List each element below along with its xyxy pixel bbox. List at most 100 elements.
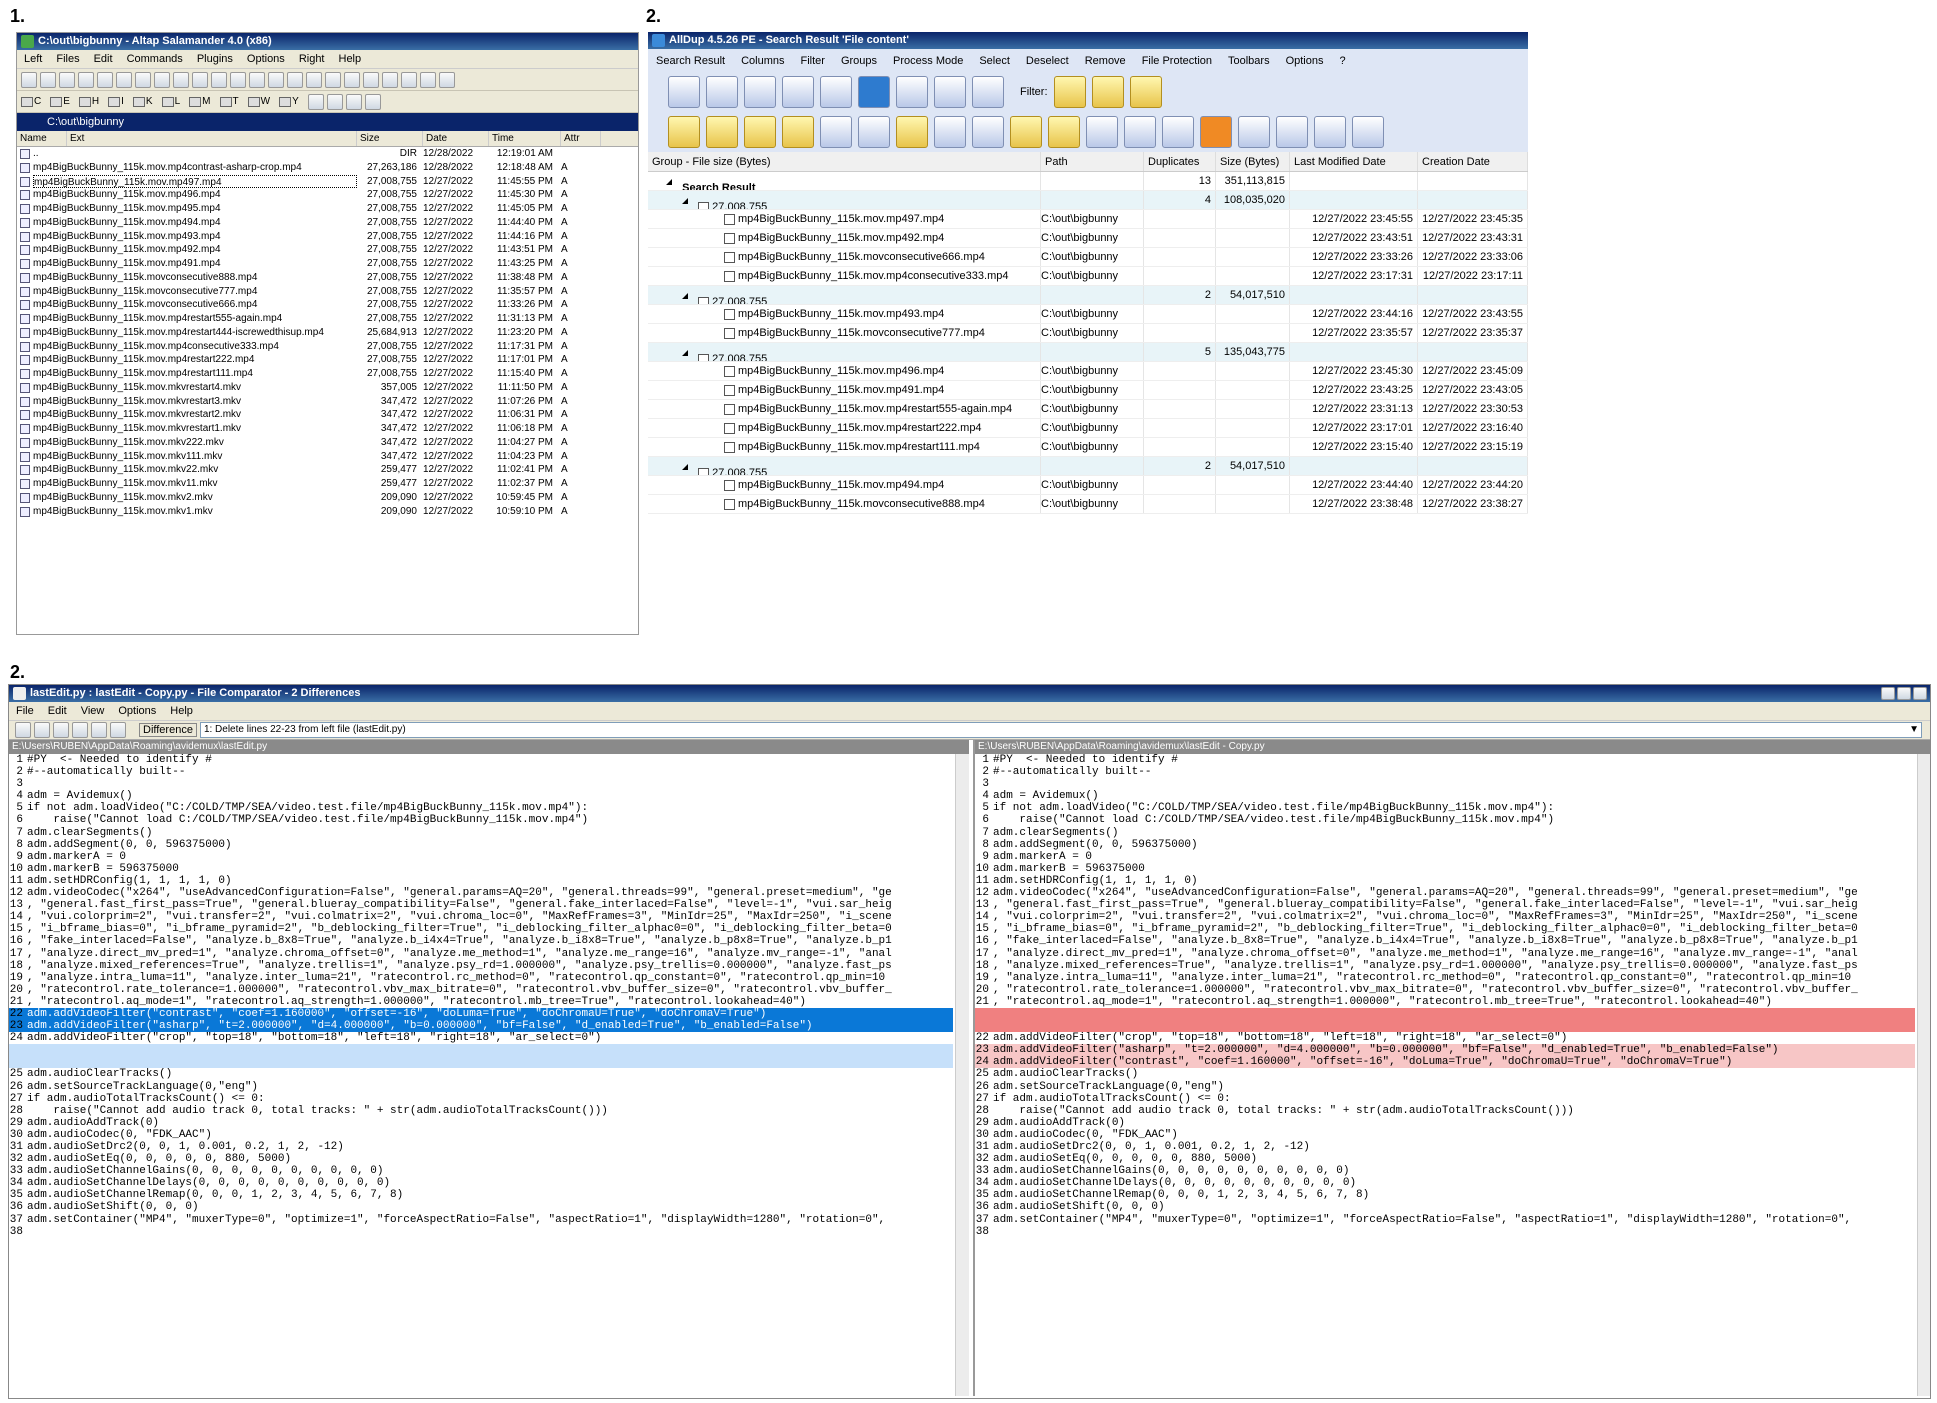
user-menu-icon[interactable] — [420, 71, 436, 88]
menu-item[interactable]: Right — [292, 53, 332, 65]
view-icon[interactable] — [287, 71, 303, 88]
document-icon[interactable] — [1124, 116, 1156, 148]
menu-item[interactable]: Edit — [87, 53, 120, 65]
checkbox[interactable] — [724, 498, 735, 510]
filter-icon[interactable] — [97, 71, 113, 88]
minimize-icon[interactable] — [1881, 687, 1895, 700]
group-row[interactable]: ◢ 27,008,755 2 54,017,510 — [648, 457, 1528, 476]
duplicate-file-row[interactable]: mp4BigBuckBunny_115k.movconsecutive888.m… — [648, 495, 1528, 514]
help-icon[interactable] — [820, 76, 852, 108]
expand-arrow-icon[interactable]: ◢ — [682, 457, 688, 475]
drive-l[interactable]: L — [161, 96, 180, 107]
checkbox[interactable] — [724, 327, 735, 339]
close-icon[interactable] — [858, 76, 890, 108]
paste-icon[interactable] — [173, 71, 189, 88]
menu-item[interactable]: Groups — [833, 55, 885, 67]
menu-item[interactable]: Options — [111, 705, 163, 717]
drive-m[interactable]: M — [189, 96, 211, 107]
file-row[interactable]: mp4BigBuckBunny_115k.mov.mkv222.mkv 347,4… — [17, 436, 638, 450]
menu-item[interactable]: Toolbars — [1220, 55, 1278, 67]
file-row[interactable]: mp4BigBuckBunny_115k.mov.mkv111.mkv 347,4… — [17, 450, 638, 464]
duplicate-file-row[interactable]: mp4BigBuckBunny_115k.mov.mp4consecutive3… — [648, 267, 1528, 286]
duplicate-file-row[interactable]: mp4BigBuckBunny_115k.mov.mp496.mp4 C:\out… — [648, 362, 1528, 381]
checkbox[interactable] — [724, 441, 735, 453]
menu-item[interactable]: File Protection — [1134, 55, 1220, 67]
col-path[interactable]: Path — [1041, 152, 1144, 171]
checkbox[interactable] — [724, 270, 735, 282]
duplicate-file-row[interactable]: mp4BigBuckBunny_115k.mov.mp497.mp4 C:\out… — [648, 210, 1528, 229]
drive-e[interactable]: E — [50, 96, 70, 107]
menu-item[interactable]: Edit — [41, 705, 74, 717]
file-row[interactable]: mp4BigBuckBunny_115k.mov.mp4restart444-i… — [17, 326, 638, 340]
menu-item[interactable]: View — [74, 705, 112, 717]
col-attr[interactable]: Attr — [561, 131, 601, 146]
duplicate-file-row[interactable]: mp4BigBuckBunny_115k.mov.mp494.mp4 C:\out… — [648, 476, 1528, 495]
remove-files-icon[interactable] — [668, 76, 700, 108]
checkbox[interactable] — [724, 422, 735, 434]
duplicate-file-row[interactable]: mp4BigBuckBunny_115k.mov.mp4restart111.m… — [648, 438, 1528, 457]
next-diff-icon[interactable] — [91, 722, 107, 738]
command-icon[interactable] — [363, 71, 379, 88]
col-name[interactable]: Name — [17, 131, 67, 146]
file-row[interactable]: mp4BigBuckBunny_115k.mov.mkv22.mkv 259,47… — [17, 463, 638, 477]
menu-item[interactable]: Columns — [733, 55, 792, 67]
expand-arrow-icon[interactable]: ◢ — [682, 343, 688, 361]
checkbox[interactable] — [698, 296, 710, 304]
checkbox[interactable] — [724, 232, 735, 244]
menu-item[interactable]: Plugins — [190, 53, 240, 65]
find-icon[interactable] — [306, 71, 322, 88]
file-row[interactable]: mp4BigBuckBunny_115k.mov.mkvrestart1.mkv… — [17, 422, 638, 436]
move-icon[interactable] — [192, 71, 208, 88]
col-size[interactable]: Size — [357, 131, 423, 146]
left-scrollbar[interactable] — [955, 754, 969, 1396]
menu-item[interactable]: Process Mode — [885, 55, 971, 67]
checkbox[interactable] — [724, 251, 735, 263]
refresh-icon[interactable] — [15, 722, 31, 738]
file-row[interactable]: mp4BigBuckBunny_115k.mov.mp4contrast-ash… — [17, 161, 638, 175]
file-row[interactable]: mp4BigBuckBunny_115k.mov.mp493.mp4 27,008… — [17, 230, 638, 244]
kb-mb-icon[interactable] — [972, 76, 1004, 108]
col-time[interactable]: Time — [489, 131, 561, 146]
pdf-icon[interactable] — [1276, 116, 1308, 148]
col-ext[interactable]: Ext — [67, 131, 357, 146]
menu-item[interactable]: Options — [240, 53, 292, 65]
cut-icon[interactable] — [135, 71, 151, 88]
folder-settings-icon[interactable] — [896, 116, 928, 148]
drive-c[interactable]: C — [21, 96, 41, 107]
col-group[interactable]: Group - File size (Bytes) — [648, 152, 1041, 171]
group-row[interactable]: ◢ 27,008,755 2 54,017,510 — [648, 286, 1528, 305]
file-row[interactable]: mp4BigBuckBunny_115k.mov.mp494.mp4 27,008… — [17, 216, 638, 230]
undo-icon[interactable] — [1086, 116, 1118, 148]
menu-item[interactable]: Search Result — [648, 55, 733, 67]
checkbox[interactable] — [698, 353, 710, 361]
right-scrollbar[interactable] — [1917, 754, 1930, 1396]
menu-item[interactable]: File — [9, 705, 41, 717]
close-window-icon[interactable] — [1913, 687, 1927, 700]
file-row[interactable]: mp4BigBuckBunny_115k.mov.mp4restart222.m… — [17, 353, 638, 367]
prev-diff-icon[interactable] — [72, 722, 88, 738]
archive-icon[interactable] — [364, 93, 381, 110]
exif-icon[interactable] — [1314, 116, 1346, 148]
col-last-modified[interactable]: Last Modified Date — [1290, 152, 1418, 171]
move-down-icon[interactable] — [858, 116, 890, 148]
menu-item[interactable]: Deselect — [1018, 55, 1077, 67]
folder-add-icon[interactable] — [744, 116, 776, 148]
folder-open-icon[interactable] — [1048, 116, 1080, 148]
browser-icon[interactable] — [1162, 116, 1194, 148]
file-row[interactable]: mp4BigBuckBunny_115k.mov.mp495.mp4 27,008… — [17, 202, 638, 216]
drive-h[interactable]: H — [78, 96, 99, 107]
comparator-titlebar[interactable]: lastEdit.py : lastEdit - Copy.py - File … — [9, 685, 1930, 702]
file-row[interactable]: mp4BigBuckBunny_115k.mov.mkv2.mkv 209,090… — [17, 491, 638, 505]
file-row[interactable]: mp4BigBuckBunny_115k.mov.mp491.mp4 27,008… — [17, 257, 638, 271]
folder-back-icon[interactable] — [668, 116, 700, 148]
audio-icon[interactable] — [1352, 116, 1384, 148]
delete-icon[interactable] — [211, 71, 227, 88]
folder-remove-icon[interactable] — [782, 116, 814, 148]
copy-icon[interactable] — [154, 71, 170, 88]
zoom-icon[interactable] — [325, 71, 341, 88]
drive-i[interactable]: I — [108, 96, 124, 107]
terminal-icon[interactable] — [344, 71, 360, 88]
menu-item[interactable]: Commands — [120, 53, 190, 65]
folder-check-icon[interactable] — [1010, 116, 1042, 148]
menu-item[interactable]: Help — [332, 53, 369, 65]
